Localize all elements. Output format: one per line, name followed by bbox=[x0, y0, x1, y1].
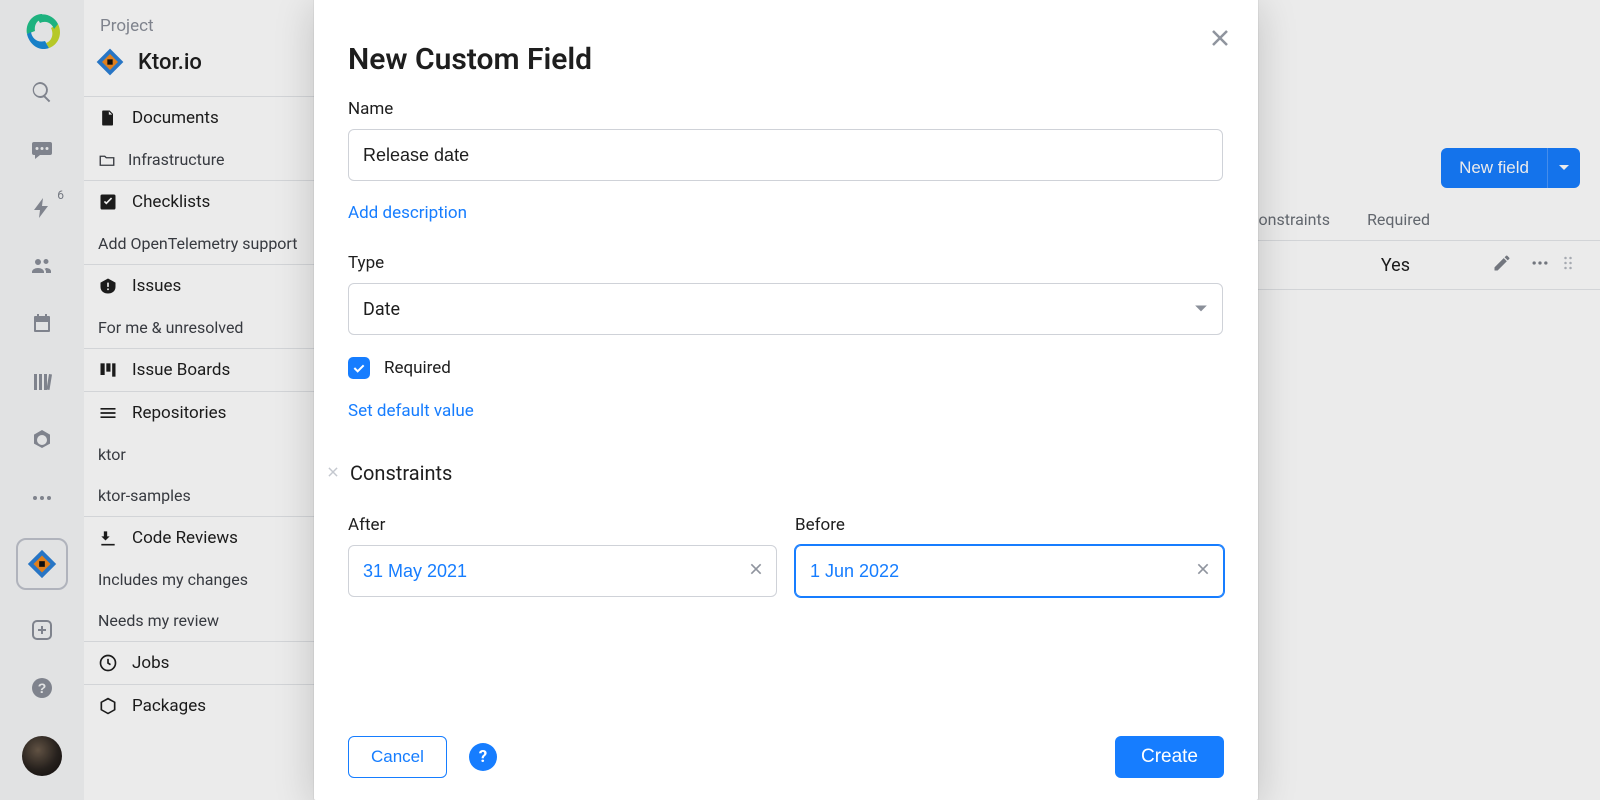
chevron-down-icon bbox=[1194, 302, 1208, 316]
after-label: After bbox=[348, 515, 777, 535]
constraints-header: Constraints bbox=[326, 461, 1224, 485]
check-icon bbox=[351, 360, 367, 376]
clear-before-icon[interactable] bbox=[1195, 561, 1211, 581]
remove-constraints-icon[interactable] bbox=[326, 464, 340, 483]
required-label: Required bbox=[384, 358, 451, 378]
before-input[interactable] bbox=[810, 561, 1209, 582]
constraints-grid: After Before bbox=[348, 515, 1224, 597]
name-input[interactable] bbox=[348, 129, 1223, 181]
close-icon[interactable] bbox=[1208, 26, 1232, 54]
clear-after-icon[interactable] bbox=[748, 561, 764, 581]
add-description-link[interactable]: Add description bbox=[348, 203, 467, 223]
new-custom-field-modal: New Custom Field Name Add description Ty… bbox=[314, 0, 1258, 800]
required-checkbox-row[interactable]: Required bbox=[348, 357, 1224, 379]
constraints-label: Constraints bbox=[350, 461, 452, 485]
after-input-wrapper bbox=[348, 545, 777, 597]
type-label: Type bbox=[348, 253, 1224, 273]
type-value: Date bbox=[363, 299, 400, 320]
create-button[interactable]: Create bbox=[1115, 736, 1224, 778]
cancel-button[interactable]: Cancel bbox=[348, 736, 447, 778]
after-input[interactable] bbox=[363, 561, 762, 582]
required-checkbox[interactable] bbox=[348, 357, 370, 379]
modal-footer: Cancel ? Create bbox=[348, 736, 1224, 778]
help-button[interactable]: ? bbox=[469, 743, 497, 771]
type-select[interactable]: Date bbox=[348, 283, 1223, 335]
set-default-link[interactable]: Set default value bbox=[348, 401, 474, 421]
before-label: Before bbox=[795, 515, 1224, 535]
before-input-wrapper bbox=[795, 545, 1224, 597]
modal-title: New Custom Field bbox=[348, 42, 1224, 77]
name-label: Name bbox=[348, 99, 1224, 119]
